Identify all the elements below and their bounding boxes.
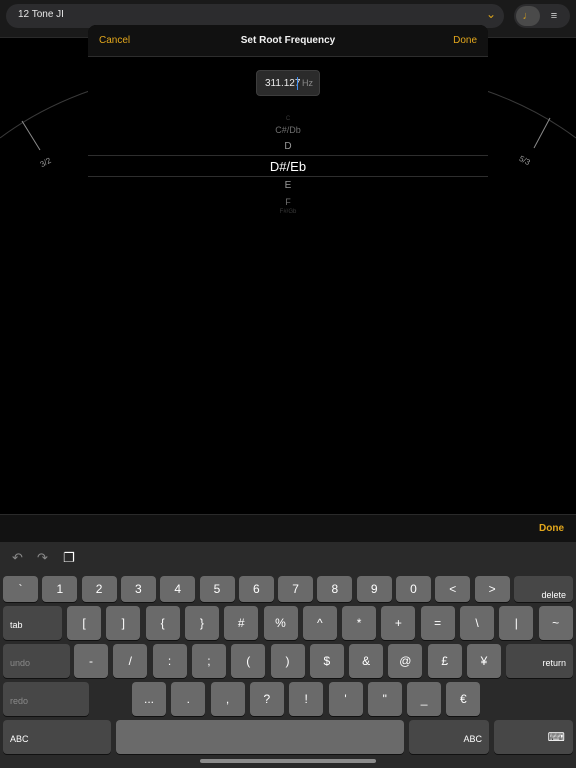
key[interactable]: , xyxy=(210,682,245,716)
key[interactable]: . xyxy=(171,682,206,716)
redo-icon[interactable]: ↷ xyxy=(37,550,48,566)
key[interactable]: ! xyxy=(289,682,324,716)
key[interactable]: 1 xyxy=(42,576,78,602)
key[interactable]: \ xyxy=(460,606,494,640)
key[interactable]: ( xyxy=(231,644,266,678)
key[interactable]: } xyxy=(184,606,219,640)
sheet-title: Set Root Frequency xyxy=(240,35,336,46)
frequency-value: 311.127 xyxy=(265,78,301,89)
key[interactable]: > xyxy=(474,576,510,602)
key[interactable]: = xyxy=(420,606,455,640)
picker-item[interactable]: F#/Gb xyxy=(88,209,488,215)
key[interactable]: % xyxy=(263,606,298,640)
key[interactable]: : xyxy=(152,644,187,678)
picker-item[interactable]: F xyxy=(88,197,488,207)
frequency-unit: Hz xyxy=(302,78,313,88)
metronome-icon[interactable]: ♩ xyxy=(516,6,540,26)
key[interactable]: 0 xyxy=(396,576,431,602)
picker-item[interactable]: E xyxy=(88,180,488,191)
key[interactable]: ` xyxy=(3,576,38,602)
keyboard: ↶ ↷ ❐ ` 1 2 3 4 5 6 7 8 9 0 < > delete tab []{} #% ^ * +… xyxy=(0,542,576,768)
paste-icon[interactable]: ❐ xyxy=(63,550,75,566)
key[interactable]: $ xyxy=(309,644,344,678)
redo-key[interactable]: redo xyxy=(3,682,89,716)
picker-selection-top xyxy=(88,155,488,156)
key[interactable]: @ xyxy=(388,644,423,678)
picker-selection-bottom xyxy=(88,176,488,177)
toolbar-tools: ♩ ≡ xyxy=(514,4,570,28)
key[interactable]: [ xyxy=(67,606,101,640)
key[interactable]: { xyxy=(145,606,180,640)
key[interactable]: _ xyxy=(407,682,442,716)
key[interactable]: ? xyxy=(249,682,284,716)
key[interactable]: ) xyxy=(270,644,305,678)
key[interactable]: - xyxy=(74,644,108,678)
return-key[interactable]: return xyxy=(506,644,573,678)
key[interactable]: ; xyxy=(191,644,226,678)
key[interactable]: & xyxy=(349,644,384,678)
playlist-icon[interactable]: ≡ xyxy=(542,6,566,26)
picker-item-selected[interactable]: D#/Eb xyxy=(88,159,488,174)
chevron-down-icon: ⌄ xyxy=(485,7,496,21)
key[interactable]: 9 xyxy=(356,576,392,602)
key[interactable]: * xyxy=(342,606,377,640)
picker-item[interactable]: D xyxy=(88,141,488,152)
key[interactable]: / xyxy=(113,644,148,678)
key[interactable]: ] xyxy=(106,606,141,640)
key[interactable]: € xyxy=(446,682,481,716)
abc-key-right[interactable]: ABC xyxy=(409,720,489,754)
abc-key-left[interactable]: ABC xyxy=(3,720,111,754)
sheet-header: Cancel Set Root Frequency Done xyxy=(88,25,488,57)
done-button[interactable]: Done xyxy=(453,35,477,46)
tab-key[interactable]: tab xyxy=(3,606,62,640)
text-cursor xyxy=(297,77,298,90)
key[interactable]: 6 xyxy=(238,576,274,602)
key[interactable]: 5 xyxy=(199,576,235,602)
key[interactable]: 8 xyxy=(317,576,353,602)
note-picker[interactable]: C C#/Db D D#/Eb E F F#/Gb xyxy=(88,115,488,220)
keyboard-accessory-bar: Done xyxy=(0,514,576,542)
root-frequency-sheet: Cancel Set Root Frequency Done 311.127 H… xyxy=(88,25,488,515)
key[interactable]: " xyxy=(367,682,402,716)
picker-item[interactable]: C xyxy=(88,116,488,122)
space-bar[interactable] xyxy=(116,720,404,754)
delete-key[interactable]: delete xyxy=(514,576,573,602)
key[interactable]: < xyxy=(435,576,471,602)
key[interactable]: + xyxy=(381,606,416,640)
hide-keyboard-icon[interactable]: ⌨ xyxy=(494,720,573,754)
undo-icon[interactable]: ↶ xyxy=(12,550,23,566)
keyboard-done-button[interactable]: Done xyxy=(539,523,564,534)
key[interactable]: | xyxy=(499,606,534,640)
frequency-input[interactable]: 311.127 Hz xyxy=(256,70,320,96)
key[interactable]: # xyxy=(224,606,259,640)
key[interactable]: 3 xyxy=(120,576,156,602)
key[interactable]: 4 xyxy=(160,576,196,602)
key[interactable]: ~ xyxy=(538,606,573,640)
key[interactable]: 2 xyxy=(81,576,117,602)
key[interactable]: ' xyxy=(328,682,363,716)
key[interactable]: £ xyxy=(427,644,462,678)
undo-key[interactable]: undo xyxy=(3,644,70,678)
key[interactable]: ^ xyxy=(302,606,337,640)
picker-item[interactable]: C#/Db xyxy=(88,125,488,135)
key[interactable]: ¥ xyxy=(467,644,501,678)
scale-name: 12 Tone JI xyxy=(18,9,64,20)
home-indicator[interactable] xyxy=(200,759,376,763)
key[interactable]: ... xyxy=(132,682,166,716)
key[interactable]: 7 xyxy=(278,576,314,602)
